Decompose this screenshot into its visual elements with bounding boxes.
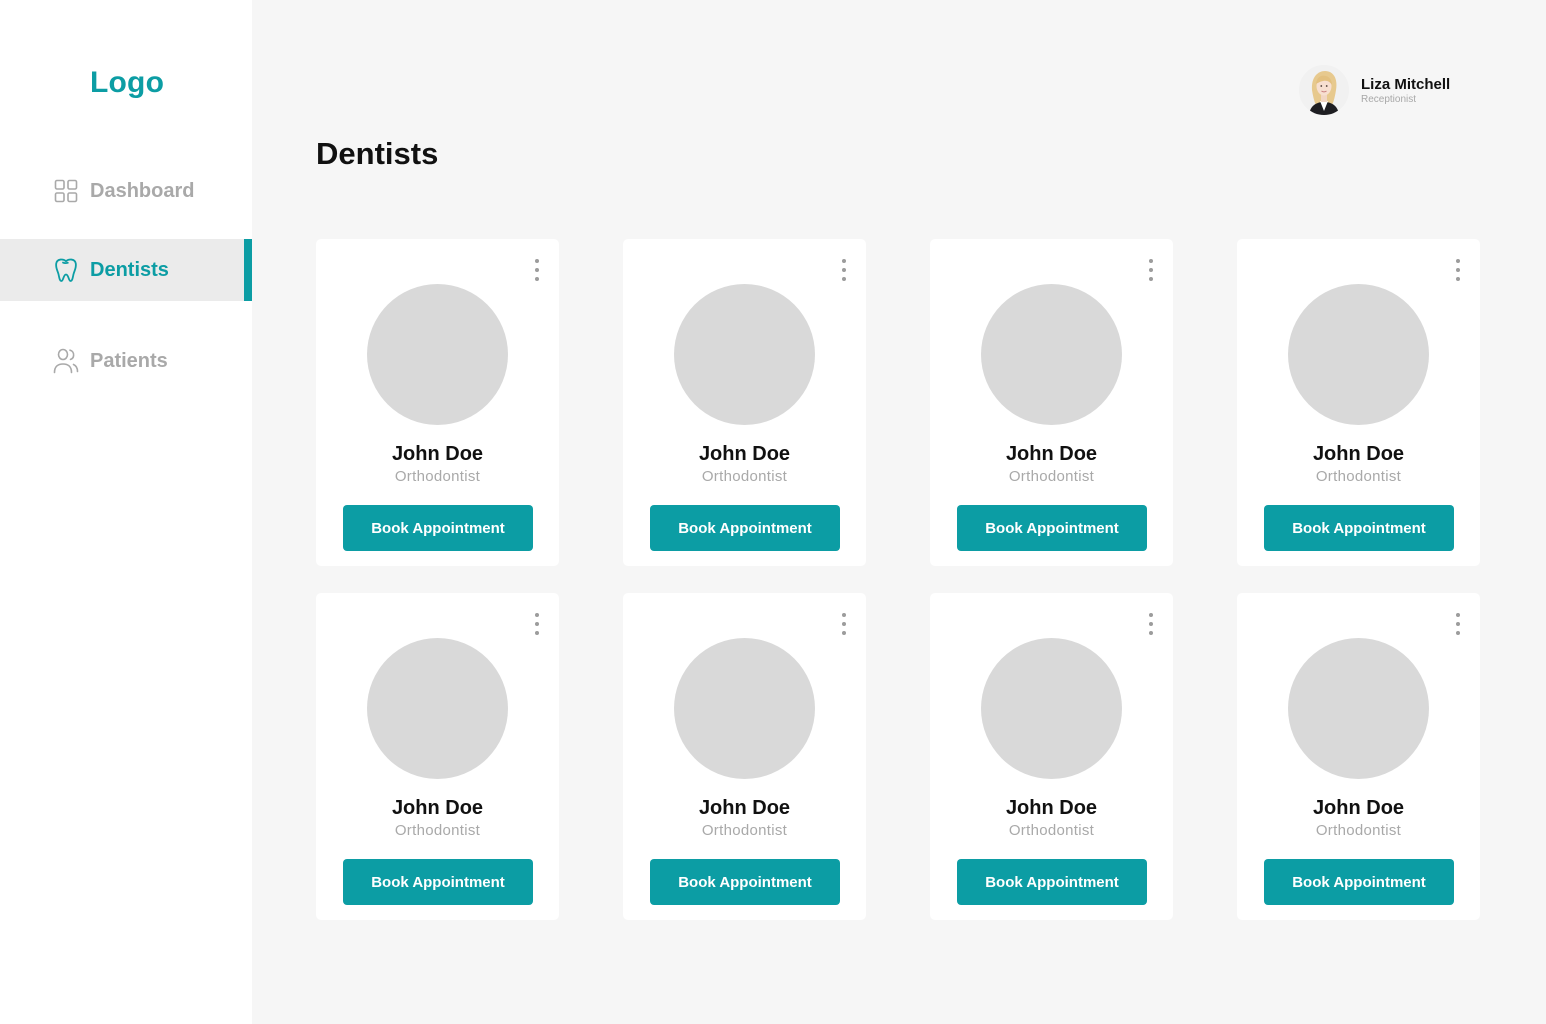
dentist-card: John Doe Orthodontist Book Appointment (930, 239, 1173, 566)
dentist-specialty: Orthodontist (1008, 822, 1095, 839)
more-options-icon[interactable] (530, 259, 544, 281)
more-options-icon[interactable] (1451, 259, 1465, 281)
dentist-specialty: Orthodontist (1315, 822, 1402, 839)
dentist-card: John Doe Orthodontist Book Appointment (623, 239, 866, 566)
user-profile[interactable]: Liza Mitchell Receptionist (1299, 65, 1450, 115)
logo: Logo (90, 66, 165, 99)
dentist-photo-placeholder (1288, 284, 1429, 425)
sidebar-item-dashboard[interactable]: Dashboard (0, 160, 252, 222)
sidebar-item-label: Patients (90, 349, 168, 372)
book-appointment-button[interactable]: Book Appointment (1264, 505, 1454, 551)
more-options-icon[interactable] (1144, 613, 1158, 635)
sidebar-item-patients[interactable]: Patients (0, 330, 252, 392)
dentist-card: John Doe Orthodontist Book Appointment (930, 593, 1173, 920)
dentist-photo-placeholder (367, 638, 508, 779)
dentist-name: John Doe (1005, 443, 1098, 465)
user-name: Liza Mitchell (1361, 75, 1451, 93)
dentist-name: John Doe (391, 443, 484, 465)
dentist-specialty: Orthodontist (394, 822, 481, 839)
dentist-name: John Doe (1005, 797, 1098, 819)
dentist-specialty: Orthodontist (701, 822, 788, 839)
more-options-icon[interactable] (1144, 259, 1158, 281)
dashboard-grid-icon (53, 178, 79, 204)
dentist-card: John Doe Orthodontist Book Appointment (1237, 593, 1480, 920)
book-appointment-button[interactable]: Book Appointment (957, 505, 1147, 551)
book-appointment-button[interactable]: Book Appointment (650, 505, 840, 551)
dentist-name: John Doe (698, 443, 791, 465)
users-icon (53, 348, 79, 374)
dentist-photo-placeholder (1288, 638, 1429, 779)
book-appointment-button[interactable]: Book Appointment (343, 505, 533, 551)
dentist-specialty: Orthodontist (394, 468, 481, 485)
sidebar: Logo Dashboard Dentists Patients (0, 0, 252, 1024)
more-options-icon[interactable] (837, 259, 851, 281)
page-title: Dentists (316, 136, 439, 171)
dentist-photo-placeholder (367, 284, 508, 425)
user-role: Receptionist (1361, 93, 1417, 105)
sidebar-item-label: Dentists (90, 258, 169, 281)
sidebar-item-dentists[interactable]: Dentists (0, 239, 252, 301)
book-appointment-button[interactable]: Book Appointment (343, 859, 533, 905)
dentist-specialty: Orthodontist (701, 468, 788, 485)
dentist-specialty: Orthodontist (1315, 468, 1402, 485)
book-appointment-button[interactable]: Book Appointment (1264, 859, 1454, 905)
dentist-photo-placeholder (674, 284, 815, 425)
dentist-photo-placeholder (981, 284, 1122, 425)
more-options-icon[interactable] (1451, 613, 1465, 635)
tooth-icon (53, 257, 79, 283)
dentist-photo-placeholder (674, 638, 815, 779)
sidebar-item-label: Dashboard (90, 179, 195, 202)
dentist-name: John Doe (698, 797, 791, 819)
dentist-card: John Doe Orthodontist Book Appointment (623, 593, 866, 920)
avatar (1299, 65, 1349, 115)
book-appointment-button[interactable]: Book Appointment (957, 859, 1147, 905)
dentist-card: John Doe Orthodontist Book Appointment (316, 593, 559, 920)
more-options-icon[interactable] (837, 613, 851, 635)
dentist-card: John Doe Orthodontist Book Appointment (1237, 239, 1480, 566)
dentist-photo-placeholder (981, 638, 1122, 779)
dentist-grid: John Doe Orthodontist Book Appointment J… (316, 239, 1480, 920)
dentist-name: John Doe (1312, 797, 1405, 819)
dentist-card: John Doe Orthodontist Book Appointment (316, 239, 559, 566)
book-appointment-button[interactable]: Book Appointment (650, 859, 840, 905)
dentist-specialty: Orthodontist (1008, 468, 1095, 485)
dentist-name: John Doe (1312, 443, 1405, 465)
more-options-icon[interactable] (530, 613, 544, 635)
dentist-name: John Doe (391, 797, 484, 819)
